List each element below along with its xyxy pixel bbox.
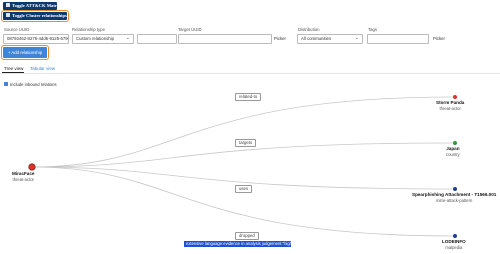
selected-edge-text[interactable]: extensive language:evidence in analysis …	[184, 241, 291, 247]
edge-label-uses[interactable]: uses	[235, 185, 253, 193]
target-node-label: Storm Panda threat-actor	[436, 100, 464, 111]
target-node-type: threat-actor	[439, 105, 461, 111]
target-node-name: LODEINFO	[442, 239, 466, 244]
target-node-type: country	[446, 151, 460, 157]
edge-label-related-to[interactable]: related-to	[235, 93, 262, 101]
root-node-type: threat-actor	[12, 176, 34, 182]
target-node-type: malpedia	[445, 244, 463, 250]
target-node-name: Spearphishing Attachment - T1566.001	[412, 192, 497, 197]
tree-edge	[31, 96, 456, 168]
target-node[interactable]	[452, 140, 458, 146]
target-node-label: Spearphishing Attachment - T1566.001 mit…	[412, 192, 496, 203]
target-node[interactable]	[452, 94, 458, 100]
target-node-type: mitre-attack-pattern	[436, 197, 473, 203]
target-node-label: Japan country	[446, 146, 460, 157]
edge-label-dropped[interactable]: dropped	[235, 232, 259, 240]
target-node[interactable]	[452, 233, 458, 239]
root-node-name: MiracFace	[12, 171, 35, 176]
target-node-name: Storm Panda	[436, 100, 465, 105]
root-node-label: MiracFace threat-actor	[12, 171, 34, 182]
target-node[interactable]	[452, 186, 458, 192]
edge-label-targets[interactable]: targets	[235, 139, 257, 147]
target-node-label: LODEINFO malpedia	[442, 239, 466, 250]
root-node[interactable]	[28, 163, 36, 171]
relationship-tree	[28, 94, 458, 239]
target-node-name: Japan	[446, 146, 460, 151]
tree-edge	[31, 166, 456, 237]
